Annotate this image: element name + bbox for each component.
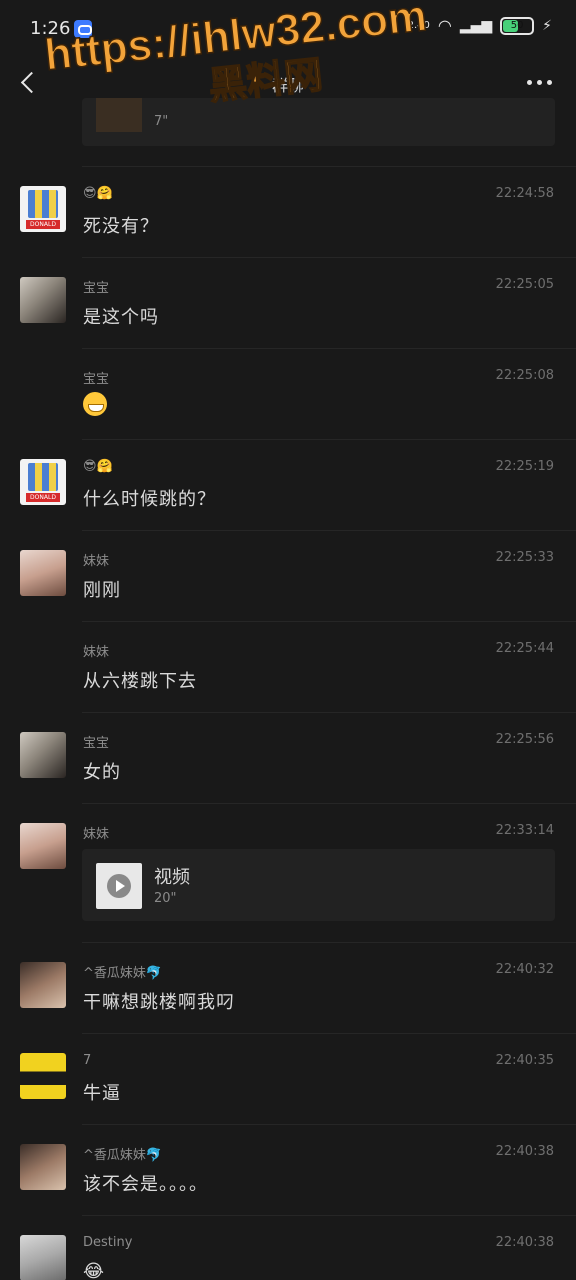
message-text: 死没有？ — [83, 216, 159, 237]
status-bar: 1:26 2.40 ◠ ▂▄▆ 50 ⚡ — [0, 0, 576, 56]
avatar[interactable] — [20, 459, 66, 505]
message-item: 妹妹 22:33:14 视频 20" — [0, 803, 576, 942]
message-time: 22:40:35 — [495, 1053, 554, 1068]
sender-name: 😎🤗 — [83, 186, 113, 201]
battery-level: 50 — [510, 20, 524, 31]
message-item: 😎🤗 22:25:19 什么时候跳的？ — [0, 439, 576, 530]
avatar[interactable] — [20, 1235, 66, 1280]
message-text: 牛逼 — [83, 1083, 121, 1104]
message-time: 22:25:44 — [495, 641, 554, 656]
video-duration: 20" — [154, 891, 177, 906]
avatar[interactable] — [20, 732, 66, 778]
message-time: 22:40:38 — [495, 1144, 554, 1159]
video-duration: 7" — [154, 114, 169, 129]
message-item: 宝宝 22:25:05 是这个吗 — [0, 257, 576, 348]
message-time: 22:25:33 — [495, 550, 554, 565]
message-time: 22:24:58 — [495, 186, 554, 201]
message-item: Destiny 22:40:38 😂 — [0, 1215, 576, 1280]
sender-name: ^香瓜妹妹🐬 — [83, 1148, 163, 1163]
message-text: 什么时候跳的？ — [83, 489, 216, 510]
avatar[interactable] — [20, 186, 66, 232]
sender-name: 😎🤗 — [83, 459, 113, 474]
message-text: 从六楼跳下去 — [83, 671, 197, 692]
wifi-icon: ◠ — [437, 16, 452, 35]
grin-emoji-icon — [83, 392, 107, 416]
message-text: 该不会是。。。。 — [83, 1174, 208, 1195]
battery-icon: 50 — [500, 16, 535, 35]
message-item: 宝宝 22:25:56 女的 — [0, 712, 576, 803]
charging-icon: ⚡ — [542, 17, 552, 34]
video-thumbnail — [96, 863, 142, 909]
message-time: 22:33:14 — [495, 823, 554, 838]
chat-title: 群聊 — [271, 76, 304, 95]
sender-name: 宝宝 — [83, 281, 110, 296]
message-time: 22:25:19 — [495, 459, 554, 474]
sender-name: ^香瓜妹妹🐬 — [83, 966, 163, 981]
sender-name: 宝宝 — [83, 736, 110, 751]
message-time: 22:40:38 — [495, 1235, 554, 1250]
signal-icon: ▂▄▆ — [459, 17, 493, 34]
sender-name: 妹妹 — [83, 827, 110, 842]
avatar[interactable] — [20, 823, 66, 869]
message-item: 7 22:40:35 牛逼 — [0, 1033, 576, 1124]
status-time: 1:26 — [30, 18, 71, 39]
status-indicators: 2.40 ◠ ▂▄▆ 50 ⚡ — [408, 16, 552, 35]
message-text: 😂 — [83, 1261, 106, 1280]
message-time: 22:40:32 — [495, 962, 554, 977]
sender-name: 妹妹 — [83, 645, 110, 660]
message-item: 妹妹 22:25:44 从六楼跳下去 — [0, 621, 576, 712]
message-item: ^香瓜妹妹🐬 22:40:38 该不会是。。。。 — [0, 1124, 576, 1215]
video-message-partial[interactable]: 7" — [82, 98, 555, 146]
message-item: 妹妹 22:25:33 刚刚 — [0, 530, 576, 621]
message-item: 😎🤗 22:24:58 死没有？ — [0, 166, 576, 257]
message-time: 22:25:56 — [495, 732, 554, 747]
message-item: 宝宝 22:25:08 — [0, 348, 576, 439]
message-text: 刚刚 — [83, 580, 121, 601]
message-text: 干嘛想跳楼啊我叼 — [83, 992, 235, 1013]
avatar[interactable] — [20, 1144, 66, 1190]
app-notification-icon — [74, 20, 92, 38]
video-title: 视频 — [154, 867, 190, 888]
video-thumbnail — [96, 98, 142, 132]
message-text: 女的 — [83, 762, 121, 783]
avatar[interactable] — [20, 550, 66, 596]
video-message[interactable]: 视频 20" — [82, 849, 555, 921]
sender-name: 宝宝 — [83, 372, 110, 387]
avatar[interactable] — [20, 1053, 66, 1099]
network-speed: 2.40 — [407, 20, 430, 31]
message-item: ^香瓜妹妹🐬 22:40:32 干嘛想跳楼啊我叼 — [0, 942, 576, 1033]
message-text: 是这个吗 — [83, 307, 159, 328]
sender-name: Destiny — [83, 1235, 133, 1250]
avatar[interactable] — [20, 277, 66, 323]
message-time: 22:25:08 — [495, 368, 554, 383]
sender-name: 7 — [83, 1053, 92, 1068]
message-time: 22:25:05 — [495, 277, 554, 292]
play-icon[interactable] — [107, 874, 131, 898]
more-options-icon[interactable] — [527, 80, 552, 85]
sender-name: 妹妹 — [83, 554, 110, 569]
avatar[interactable] — [20, 962, 66, 1008]
